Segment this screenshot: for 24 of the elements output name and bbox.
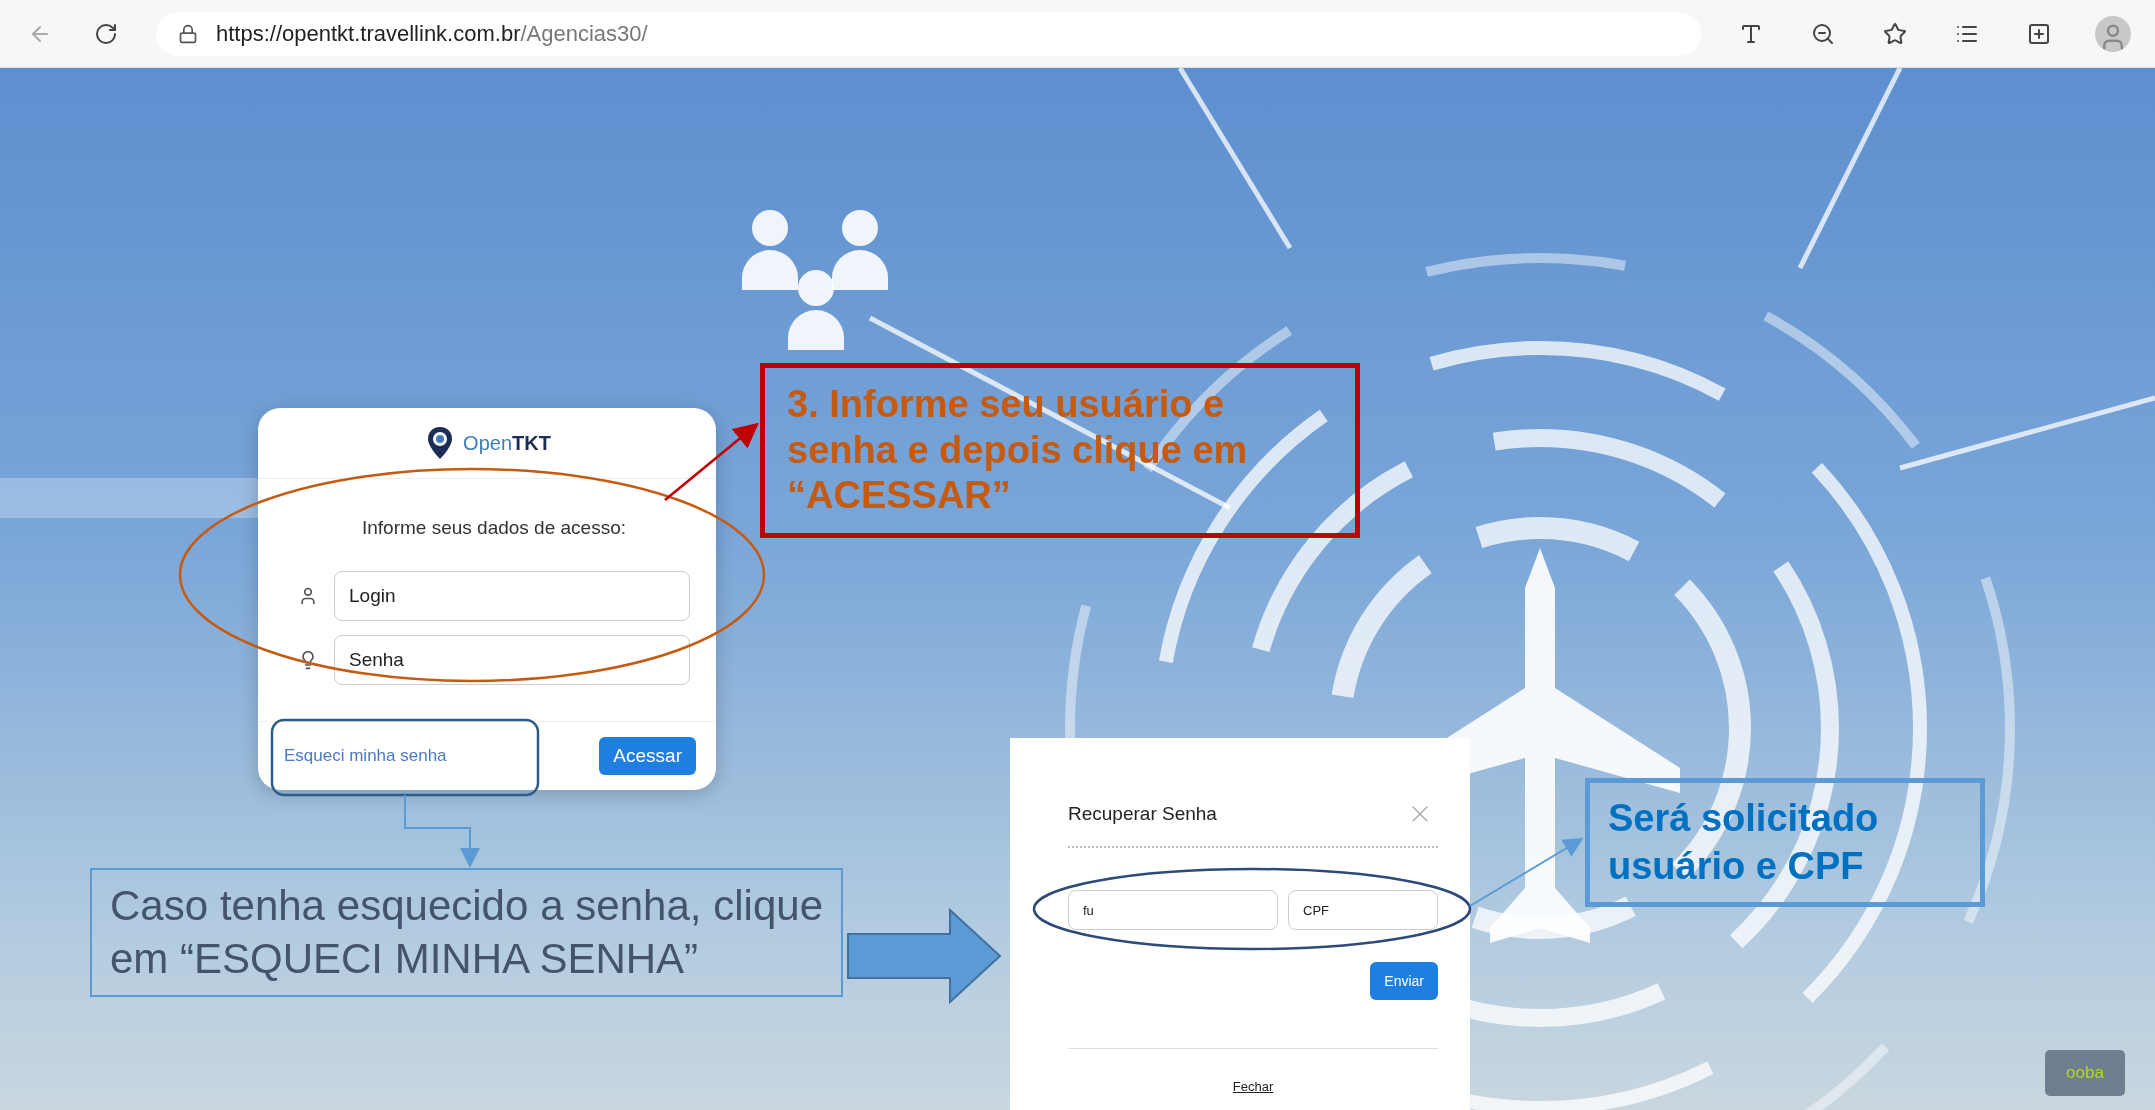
recover-field[interactable]: fu: [1068, 890, 1278, 930]
recover-field[interactable]: CPF: [1288, 890, 1438, 930]
logo-text: OpenTKT: [463, 431, 551, 455]
address-bar[interactable]: https://opentkt.travellink.com.br/Agencias30/: [156, 11, 1701, 56]
login-heading: Informe seus dados de acesso:: [360, 517, 627, 539]
user-icon: [298, 586, 318, 606]
forgot-password-link[interactable]: Esqueci minha senha: [284, 736, 447, 776]
zoom-out-icon[interactable]: [1811, 21, 1835, 46]
square-plus-icon[interactable]: [2027, 21, 2051, 46]
profile-avatar[interactable]: [2095, 15, 2131, 52]
send-button[interactable]: Enviar: [1370, 962, 1438, 1000]
caption-text: Caso tenha esquecido a senha, clique em “ESQUECI MINHA SENHA”: [90, 868, 843, 997]
note-callout: Será solicitado usuário e CPF: [1585, 778, 1985, 907]
login-field[interactable]: Senha: [334, 635, 690, 685]
url-text: https://opentkt.travellink.com.br/Agencias30/: [216, 20, 648, 47]
lock-icon: [178, 23, 198, 44]
refresh-icon[interactable]: [94, 21, 118, 46]
star-icon[interactable]: [1883, 21, 1907, 46]
login-button[interactable]: Acessar: [599, 737, 696, 775]
corner-logo: ooba: [2045, 1050, 2125, 1096]
step-callout: 3. Informe seu usuário e senha e depois clique em “ACESSAR”: [760, 363, 1360, 538]
dialog-title: Recuperar Senha: [1068, 803, 1217, 825]
login-field[interactable]: Login: [334, 571, 690, 621]
close-link[interactable]: Fechar: [1232, 1079, 1274, 1094]
